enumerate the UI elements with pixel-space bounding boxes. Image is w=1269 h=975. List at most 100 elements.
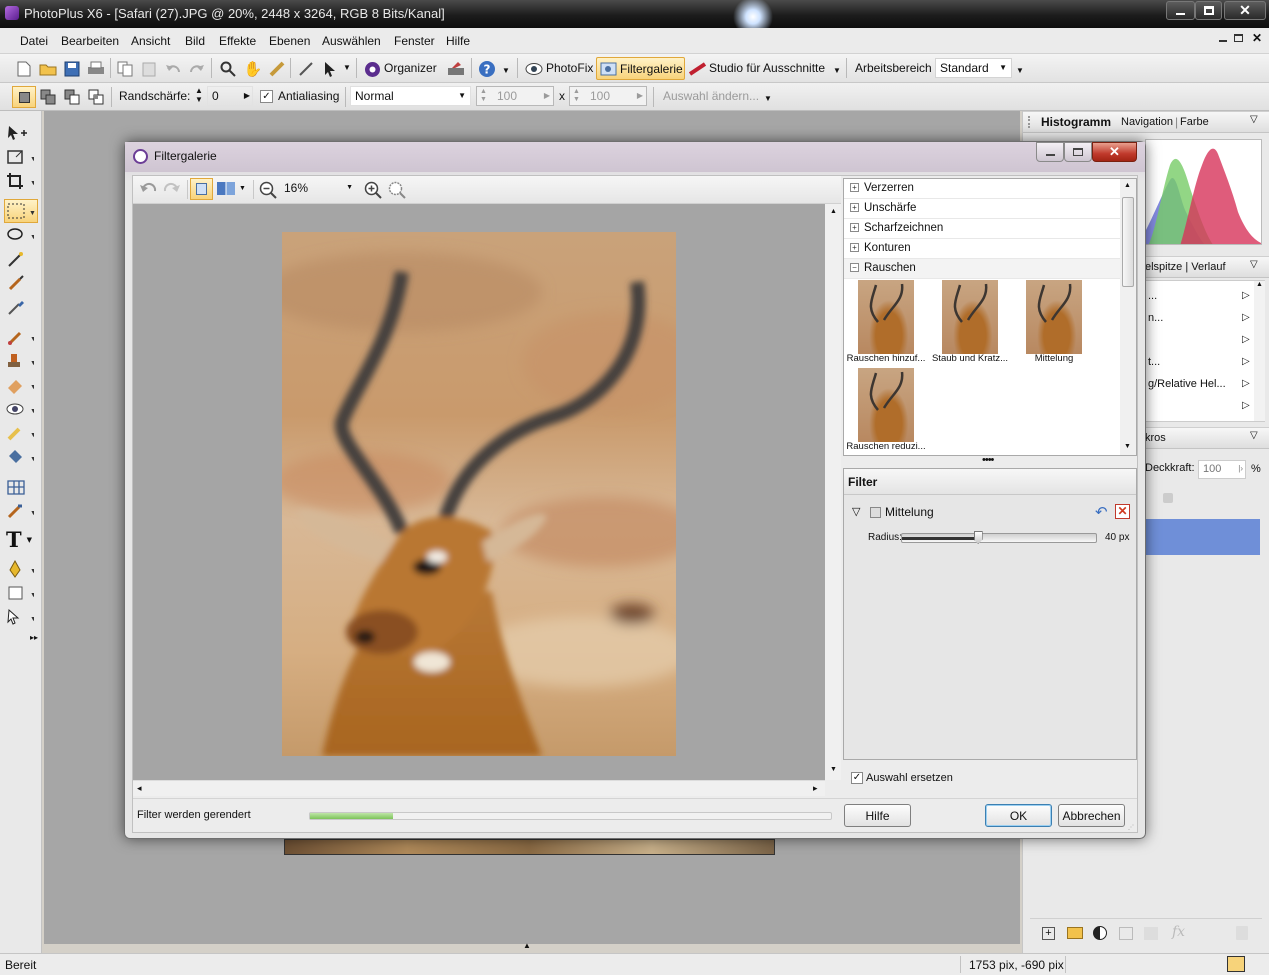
photofix-button[interactable]: PhotoFix bbox=[546, 61, 593, 75]
add-selection-icon[interactable] bbox=[38, 87, 58, 107]
print-icon[interactable] bbox=[86, 59, 106, 79]
doc-minimize-icon[interactable] bbox=[1219, 40, 1227, 42]
mesh-warp-tool-icon[interactable] bbox=[6, 477, 36, 497]
category-unschaerfe[interactable]: + Unschärfe bbox=[844, 199, 1120, 219]
preview-horizontal-scrollbar[interactable]: ◂ ▸ bbox=[133, 780, 825, 796]
menu-ebenen[interactable]: Ebenen bbox=[269, 34, 310, 48]
toolbar-overflow-icon[interactable]: ▼ bbox=[502, 66, 510, 75]
mask-icon[interactable] bbox=[1119, 927, 1133, 940]
lasso-tool-icon[interactable]: ▼ bbox=[6, 225, 36, 245]
width-input[interactable]: ▲ ▼ 100 ▶ bbox=[476, 86, 554, 106]
intersect-selection-icon[interactable] bbox=[86, 87, 106, 107]
menu-auswaehlen[interactable]: Auswählen bbox=[322, 34, 381, 48]
pointer-icon[interactable] bbox=[320, 59, 340, 79]
layers-tab[interactable]: kros bbox=[1145, 432, 1166, 444]
straighten-icon[interactable] bbox=[296, 59, 316, 79]
paintbrush-tool-icon[interactable]: ▼ bbox=[6, 327, 36, 347]
ruler-icon[interactable] bbox=[267, 59, 287, 79]
list-item[interactable]: t... bbox=[1148, 356, 1160, 368]
list-item[interactable]: ... bbox=[1148, 290, 1157, 302]
category-scharfzeichnen[interactable]: + Scharfzeichnen bbox=[844, 219, 1120, 239]
magic-wand-tool-icon[interactable] bbox=[6, 249, 36, 269]
lock-icon[interactable] bbox=[1163, 493, 1173, 503]
list-scrollbar[interactable]: ▲ bbox=[1254, 281, 1265, 421]
help-button[interactable]: Hilfe bbox=[844, 804, 911, 827]
tab-navigation[interactable]: Navigation bbox=[1121, 116, 1173, 128]
paste-icon[interactable] bbox=[139, 59, 159, 79]
folder-icon[interactable] bbox=[1067, 927, 1083, 939]
new-layer-icon[interactable]: + bbox=[1042, 927, 1055, 940]
workspace-select[interactable]: Standard ▼ bbox=[935, 58, 1012, 78]
dialog-maximize-button[interactable] bbox=[1064, 142, 1092, 162]
tab-farbe[interactable]: Farbe bbox=[1180, 116, 1209, 128]
zoom-select[interactable]: 16% ▼ bbox=[281, 180, 355, 199]
cancel-button[interactable]: Abbrechen bbox=[1058, 804, 1125, 827]
fx-icon[interactable]: fx bbox=[1172, 924, 1185, 940]
chevron-down-icon[interactable]: ▼ bbox=[239, 185, 246, 192]
splitter-handle-icon[interactable]: •••• bbox=[982, 454, 994, 466]
dialog-close-button[interactable]: ✕ bbox=[1092, 142, 1137, 162]
category-konturen[interactable]: + Konturen bbox=[844, 239, 1120, 259]
copy-icon[interactable] bbox=[115, 59, 135, 79]
smudge-tool-icon[interactable]: ▼ bbox=[6, 501, 36, 521]
move-tool-icon[interactable] bbox=[6, 123, 36, 143]
arrow-right-icon[interactable]: ▷ bbox=[1242, 400, 1250, 411]
resize-grip-icon[interactable]: ⋰ bbox=[1128, 824, 1134, 831]
delete-layer-icon[interactable] bbox=[1236, 926, 1248, 940]
ok-button[interactable]: OK bbox=[985, 804, 1052, 827]
list-item[interactable]: n... bbox=[1148, 312, 1163, 324]
layer-row-selected[interactable] bbox=[1145, 519, 1260, 555]
zoom-in-icon[interactable] bbox=[364, 181, 382, 199]
resize-icon[interactable] bbox=[1227, 956, 1245, 972]
redo-icon[interactable] bbox=[187, 59, 207, 79]
organizer-button[interactable]: Organizer bbox=[384, 61, 437, 75]
expand-icon[interactable]: + bbox=[850, 203, 859, 212]
selection-brush-tool-icon[interactable] bbox=[6, 273, 36, 293]
filtergalerie-button[interactable]: Filtergalerie bbox=[596, 57, 685, 80]
height-input[interactable]: ▲ ▼ 100 ▶ bbox=[569, 86, 647, 106]
single-view-button[interactable] bbox=[190, 178, 213, 200]
split-view-icon[interactable] bbox=[217, 182, 235, 195]
panel-expand-icon[interactable]: ▸▸ bbox=[30, 633, 38, 642]
expand-icon[interactable]: + bbox=[850, 183, 859, 192]
preview-area[interactable] bbox=[133, 204, 825, 780]
zoom-icon[interactable] bbox=[218, 59, 238, 79]
menu-effekte[interactable]: Effekte bbox=[219, 34, 256, 48]
arrow-right-icon[interactable]: ▷ bbox=[1242, 334, 1250, 345]
close-button[interactable]: ✕ bbox=[1224, 1, 1266, 20]
text-tool-icon[interactable]: T ▼ bbox=[6, 527, 36, 552]
filter-enable-checkbox[interactable] bbox=[870, 507, 881, 518]
panel-menu-icon[interactable]: ▽ bbox=[1250, 114, 1258, 125]
zoom-out-icon[interactable] bbox=[259, 181, 277, 199]
new-file-icon[interactable] bbox=[14, 59, 34, 79]
doc-restore-icon[interactable] bbox=[1234, 34, 1243, 42]
dialog-minimize-button[interactable] bbox=[1036, 142, 1064, 162]
arrow-right-icon[interactable]: ▷ bbox=[1242, 378, 1250, 389]
tree-scrollbar[interactable]: ▲ ▼ bbox=[1120, 179, 1136, 455]
preview-vertical-scrollbar[interactable]: ▲ ▼ bbox=[825, 204, 841, 780]
collapse-icon[interactable]: − bbox=[850, 263, 859, 272]
menu-fenster[interactable]: Fenster bbox=[394, 34, 435, 48]
transform-tool-icon[interactable]: ▼ bbox=[6, 147, 36, 167]
blend-mode-select[interactable]: Normal ▼ bbox=[350, 86, 471, 106]
arrow-right-icon[interactable]: ▷ bbox=[1242, 312, 1250, 323]
minimize-button[interactable] bbox=[1166, 1, 1195, 20]
redo-icon[interactable] bbox=[163, 181, 181, 197]
maximize-button[interactable] bbox=[1195, 1, 1222, 20]
category-verzerren[interactable]: + Verzerren bbox=[844, 179, 1120, 199]
selection-new-button[interactable] bbox=[12, 86, 36, 108]
feather-spinner-icon[interactable]: ▲ ▼ bbox=[195, 86, 203, 104]
expand-icon[interactable]: + bbox=[850, 223, 859, 232]
arrow-right-icon[interactable]: ▷ bbox=[1242, 290, 1250, 301]
toolbar-overflow-icon[interactable]: ▼ bbox=[1016, 66, 1024, 75]
clone-tool-icon[interactable]: ▼ bbox=[6, 351, 36, 371]
reset-filter-icon[interactable]: ↶ bbox=[1095, 503, 1108, 521]
save-icon[interactable] bbox=[62, 59, 82, 79]
filter-thumbnail[interactable] bbox=[1026, 280, 1082, 354]
filter-expand-icon[interactable]: ▽ bbox=[852, 505, 860, 518]
scroll-thumb[interactable] bbox=[1122, 197, 1134, 287]
feather-input[interactable]: 0 ▶ bbox=[207, 86, 253, 106]
rectangle-selection-tool-icon[interactable]: ▼ bbox=[4, 199, 38, 223]
cutout-studio-button[interactable]: Studio für Ausschnitte bbox=[709, 61, 825, 75]
node-tool-icon[interactable]: ▼ bbox=[6, 607, 36, 627]
